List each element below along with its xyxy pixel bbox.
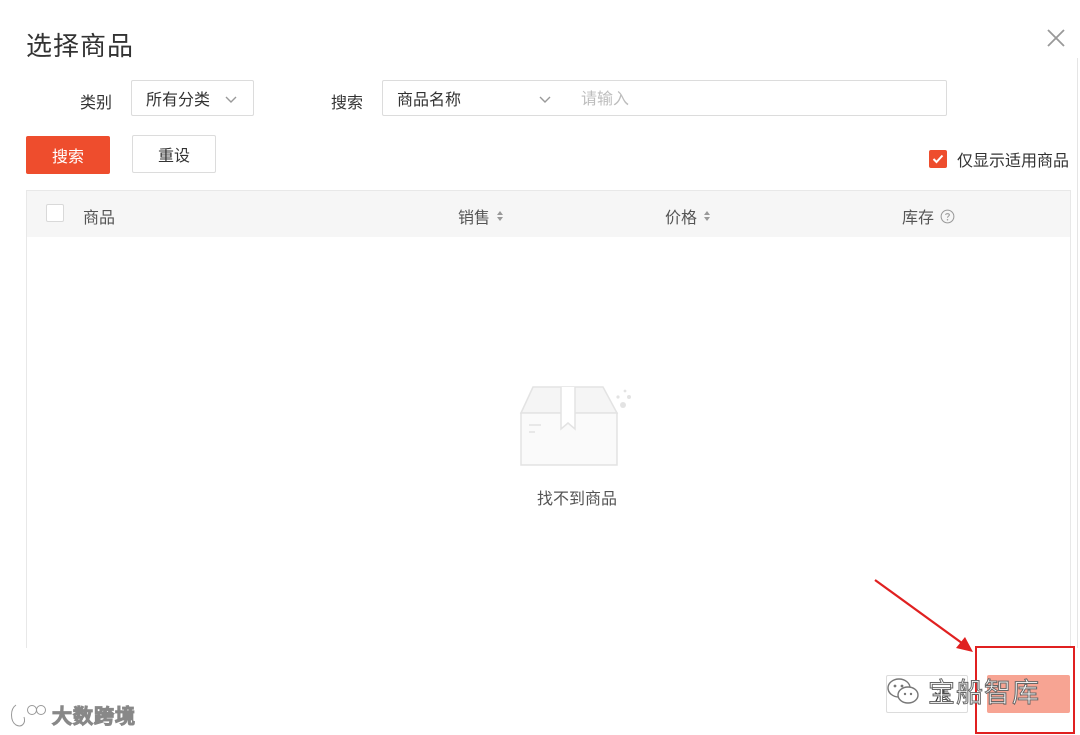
empty-box-icon <box>519 386 631 466</box>
search-field-select[interactable]: 商品名称 <box>382 80 568 116</box>
column-header-label: 价格 <box>665 208 698 227</box>
watermark-right: 宝船智库 <box>886 671 1040 710</box>
dialog-scroll-edge <box>1077 58 1078 658</box>
wechat-icon <box>887 677 919 704</box>
category-select[interactable]: 所有分类 <box>131 80 254 116</box>
category-label: 类别 <box>80 93 113 112</box>
sort-icon[interactable] <box>703 209 711 223</box>
column-header-sales[interactable]: 销售 <box>458 204 504 228</box>
annotation-arrow-icon <box>874 579 973 652</box>
column-header-label: 商品 <box>83 208 116 227</box>
watermark-left-text: 大数跨境 <box>52 704 136 729</box>
search-field-value: 商品名称 <box>397 90 462 109</box>
empty-text: 找不到商品 <box>536 489 617 508</box>
only-applicable-label: 仅显示适用商品 <box>957 151 1070 170</box>
column-header-product: 商品 <box>83 204 115 228</box>
watermark-left: 大数跨境 <box>8 700 136 729</box>
search-button[interactable]: 搜索 <box>26 136 110 174</box>
table-header: 商品 销售 价格 库存 <box>27 191 1070 237</box>
column-header-stock: 库存 <box>902 204 955 228</box>
checkbox-checked-icon[interactable] <box>929 150 947 168</box>
close-icon[interactable] <box>1044 26 1068 50</box>
reset-button[interactable]: 重设 <box>132 135 216 173</box>
help-icon[interactable] <box>940 209 955 224</box>
search-label: 搜索 <box>331 93 364 112</box>
watermark-logo-icon <box>10 703 46 727</box>
column-header-label: 库存 <box>902 208 935 227</box>
sort-icon[interactable] <box>496 209 504 223</box>
chevron-down-icon <box>225 96 237 103</box>
category-select-value: 所有分类 <box>146 90 211 109</box>
watermark-right-text: 宝船智库 <box>928 678 1040 710</box>
select-all-checkbox[interactable] <box>46 204 64 222</box>
search-input[interactable] <box>567 80 947 116</box>
column-header-price[interactable]: 价格 <box>665 204 711 228</box>
chevron-down-icon <box>539 96 551 103</box>
select-product-dialog: 选择商品 类别 所有分类 搜索 商品名称 搜索 重设 仅显示适用商品 商品 销售 <box>0 0 1080 735</box>
empty-state: 找不到商品 <box>497 383 657 509</box>
dialog-title: 选择商品 <box>26 32 135 62</box>
column-header-label: 销售 <box>458 208 491 227</box>
only-applicable-toggle[interactable]: 仅显示适用商品 <box>929 147 1069 171</box>
